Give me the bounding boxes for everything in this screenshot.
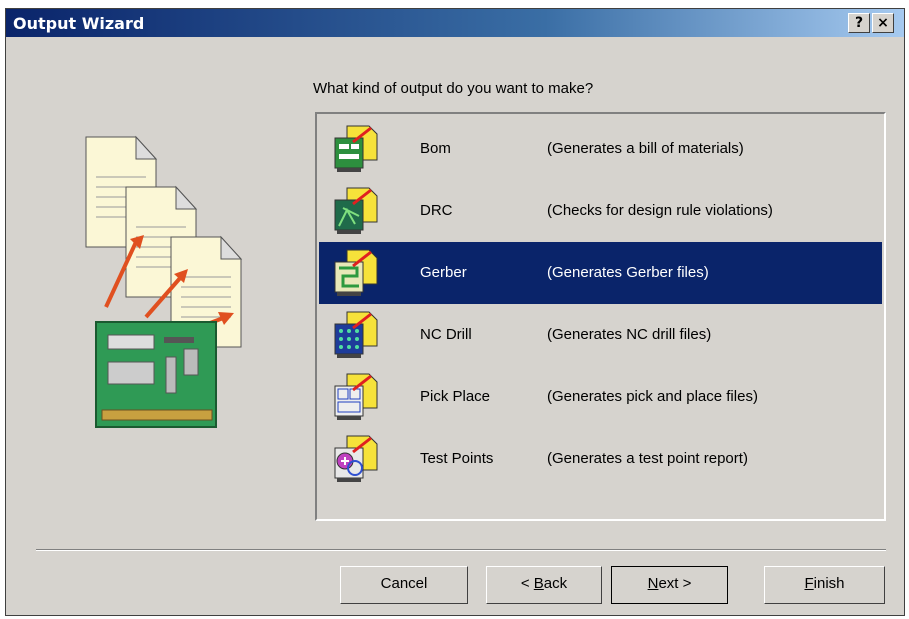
item-description: (Generates a test point report) bbox=[547, 450, 748, 467]
item-description: (Generates pick and place files) bbox=[547, 388, 758, 405]
back-button-prefix: < bbox=[520, 575, 534, 592]
next-button-mnemonic: N bbox=[647, 575, 659, 592]
back-button-label: ack bbox=[543, 575, 568, 592]
item-name: Bom bbox=[420, 140, 451, 157]
output-wizard-dialog: Output Wizard ? × What kind of output do… bbox=[5, 8, 905, 616]
pick-place-icon bbox=[334, 373, 378, 420]
next-button-label: ext > bbox=[658, 575, 692, 592]
circuit-board-icon bbox=[95, 321, 217, 428]
list-item-gerber[interactable]: Gerber (Generates Gerber files) bbox=[319, 242, 882, 304]
gerber-icon bbox=[334, 249, 378, 296]
prompt-label: What kind of output do you want to make? bbox=[313, 80, 594, 97]
help-button[interactable]: ? bbox=[848, 13, 870, 33]
item-name: Gerber bbox=[420, 264, 467, 281]
item-name: Pick Place bbox=[420, 388, 491, 405]
back-button-mnemonic: B bbox=[533, 575, 544, 592]
window-title: Output Wizard bbox=[13, 14, 145, 33]
separator bbox=[36, 549, 886, 551]
list-item-bom[interactable]: Bom (Generates a bill of materials) bbox=[319, 118, 882, 180]
item-description: (Checks for design rule violations) bbox=[547, 202, 773, 219]
item-description: (Generates Gerber files) bbox=[547, 264, 709, 281]
output-type-list[interactable]: Bom (Generates a bill of materials) DRC … bbox=[315, 112, 886, 521]
wizard-illustration bbox=[85, 135, 243, 428]
item-name: NC Drill bbox=[420, 326, 472, 343]
close-button[interactable]: × bbox=[872, 13, 894, 33]
list-item-pick-place[interactable]: Pick Place (Generates pick and place fil… bbox=[319, 366, 882, 428]
drc-icon bbox=[334, 187, 378, 234]
item-name: DRC bbox=[420, 202, 453, 219]
next-button[interactable]: Next > bbox=[611, 566, 728, 604]
item-description: (Generates NC drill files) bbox=[547, 326, 712, 343]
back-button[interactable]: < Back bbox=[486, 566, 602, 604]
finish-button-label: inish bbox=[813, 575, 845, 592]
item-name: Test Points bbox=[420, 450, 494, 467]
nc-drill-icon bbox=[334, 311, 378, 358]
list-item-drc[interactable]: DRC (Checks for design rule violations) bbox=[319, 180, 882, 242]
list-item-test-points[interactable]: Test Points (Generates a test point repo… bbox=[319, 428, 882, 490]
test-points-icon bbox=[334, 435, 378, 482]
finish-button[interactable]: Finish bbox=[764, 566, 885, 604]
list-item-nc-drill[interactable]: NC Drill (Generates NC drill files) bbox=[319, 304, 882, 366]
title-bar[interactable]: Output Wizard ? × bbox=[6, 9, 904, 37]
cancel-button[interactable]: Cancel bbox=[340, 566, 468, 604]
bom-icon bbox=[334, 125, 378, 172]
finish-button-mnemonic: F bbox=[804, 575, 814, 592]
item-description: (Generates a bill of materials) bbox=[547, 140, 744, 157]
